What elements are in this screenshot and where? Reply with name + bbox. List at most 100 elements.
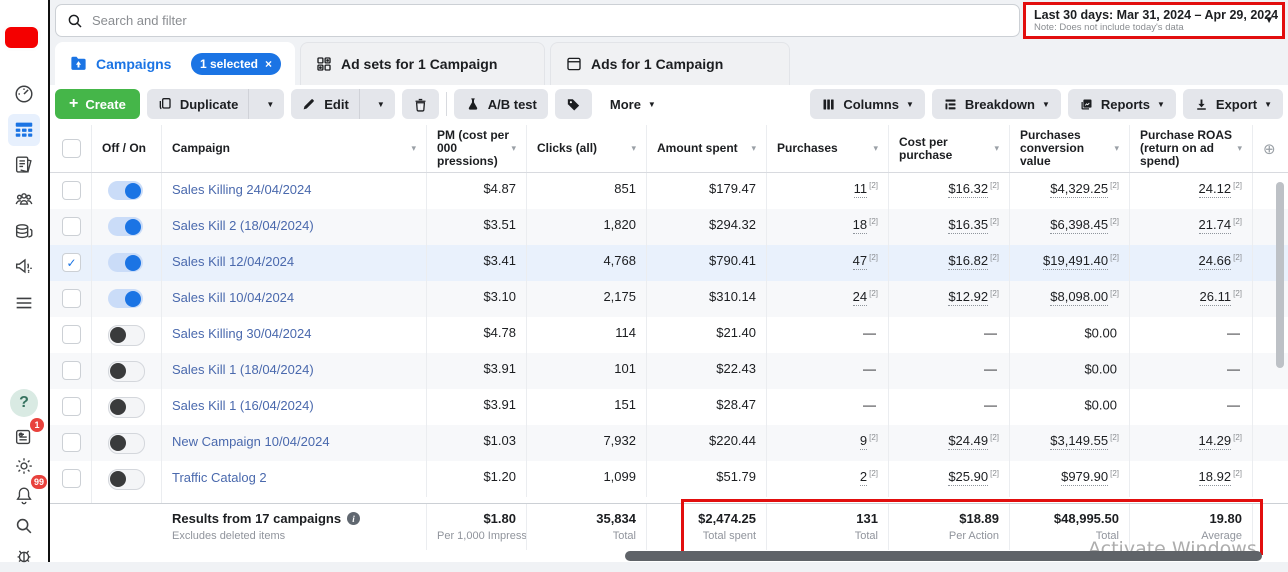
cpp-value[interactable]: $16.32	[948, 181, 988, 198]
edit-button[interactable]: Edit	[291, 89, 360, 119]
audiences-icon[interactable]	[8, 183, 40, 215]
row-checkbox[interactable]	[62, 361, 81, 380]
campaign-link[interactable]: New Campaign 10/04/2024	[172, 434, 330, 449]
tab-ads[interactable]: Ads for 1 Campaign	[550, 42, 790, 85]
duplicate-button[interactable]: Duplicate	[147, 89, 250, 119]
table-row[interactable]: Sales Kill 10/04/2024 $3.10 2,175 $310.1…	[50, 281, 1288, 317]
delete-button[interactable]	[402, 89, 439, 119]
purchases-value[interactable]: 11	[854, 181, 868, 198]
row-checkbox[interactable]	[62, 433, 81, 452]
ads-megaphone-icon[interactable]	[8, 250, 40, 282]
purchases-value[interactable]: 47	[853, 253, 867, 270]
sort-icon[interactable]: ▾	[1114, 143, 1119, 154]
table-row[interactable]: Traffic Catalog 2 $1.20 1,099 $51.79 2[2…	[50, 461, 1288, 497]
header-cpm[interactable]: PM (cost per 000 pressions)▾	[427, 125, 527, 172]
table-row[interactable]: Sales Killing 24/04/2024 $4.87 851 $179.…	[50, 173, 1288, 209]
add-column-cell[interactable]: ⊕	[1253, 125, 1283, 172]
create-button[interactable]: + Create	[55, 89, 140, 119]
roas-value[interactable]: 26.11	[1200, 289, 1232, 306]
campaign-toggle[interactable]	[108, 361, 145, 382]
edit-dropdown[interactable]: ▼	[367, 89, 395, 119]
sort-icon[interactable]: ▾	[751, 143, 756, 154]
pcv-value[interactable]: $19,491.40	[1043, 253, 1108, 270]
export-button[interactable]: Export ▼	[1183, 89, 1283, 119]
row-checkbox[interactable]: ✓	[62, 253, 81, 272]
cpp-value[interactable]: $24.49	[948, 433, 988, 450]
all-tools-menu-icon[interactable]	[8, 287, 40, 319]
header-purchase-roas[interactable]: Purchase ROAS (return on ad spend)▾	[1130, 125, 1253, 172]
select-all-checkbox[interactable]	[62, 139, 81, 158]
ab-test-button[interactable]: A/B test	[454, 89, 548, 119]
notifications-bell-icon[interactable]: 99	[8, 479, 40, 511]
campaign-toggle[interactable]	[108, 397, 145, 418]
table-row[interactable]: Sales Killing 30/04/2024 $4.78 114 $21.4…	[50, 317, 1288, 353]
close-icon[interactable]: ×	[265, 57, 272, 71]
cpp-value[interactable]: $25.90	[948, 469, 988, 486]
reports-button[interactable]: Reports ▼	[1068, 89, 1176, 119]
header-purchases[interactable]: Purchases▾	[767, 125, 889, 172]
columns-button[interactable]: Columns ▼	[810, 89, 925, 119]
header-purchases-conversion-value[interactable]: Purchases conversion value▾	[1010, 125, 1130, 172]
header-cost-per-purchase[interactable]: Cost per purchase▾	[889, 125, 1010, 172]
sort-icon[interactable]: ▾	[1237, 143, 1242, 154]
pcv-value[interactable]: $6,398.45	[1050, 217, 1108, 234]
row-checkbox[interactable]	[62, 325, 81, 344]
campaign-toggle[interactable]	[108, 181, 143, 200]
campaign-link[interactable]: Traffic Catalog 2	[172, 470, 267, 485]
cpp-value[interactable]: $12.92	[948, 289, 988, 306]
campaigns-nav-icon[interactable]	[8, 114, 40, 146]
roas-value[interactable]: 24.12	[1199, 181, 1232, 198]
roas-value[interactable]: 24.66	[1199, 253, 1232, 270]
header-campaign[interactable]: Campaign▾	[162, 125, 427, 172]
campaign-toggle[interactable]	[108, 253, 143, 272]
table-row[interactable]: New Campaign 10/04/2024 $1.03 7,932 $220…	[50, 425, 1288, 461]
cpp-value[interactable]: $16.35	[948, 217, 988, 234]
selected-count-pill[interactable]: 1 selected ×	[191, 53, 281, 75]
row-checkbox[interactable]	[62, 469, 81, 488]
sort-icon[interactable]: ▾	[994, 143, 999, 154]
row-checkbox[interactable]	[62, 181, 81, 200]
row-checkbox[interactable]	[62, 217, 81, 236]
campaign-toggle[interactable]	[108, 433, 145, 454]
duplicate-dropdown[interactable]: ▼	[256, 89, 284, 119]
sort-icon[interactable]: ▾	[873, 143, 878, 154]
campaign-toggle[interactable]	[108, 217, 143, 236]
header-amount-spent[interactable]: Amount spent▾	[647, 125, 767, 172]
roas-value[interactable]: 18.92	[1199, 469, 1232, 486]
purchases-value[interactable]: 18	[853, 217, 867, 234]
bug-report-icon[interactable]	[8, 540, 40, 572]
info-icon[interactable]: i	[347, 512, 360, 525]
roas-value[interactable]: 21.74	[1199, 217, 1232, 234]
search-input[interactable]: Search and filter	[55, 4, 1020, 37]
campaign-toggle[interactable]	[108, 325, 145, 346]
table-row[interactable]: Sales Kill 2 (18/04/2024) $3.51 1,820 $2…	[50, 209, 1288, 245]
campaign-link[interactable]: Sales Killing 24/04/2024	[172, 182, 312, 197]
tab-adsets[interactable]: Ad sets for 1 Campaign	[300, 42, 545, 85]
table-row[interactable]: Sales Kill 1 (16/04/2024) $3.91 151 $28.…	[50, 389, 1288, 425]
dashboard-icon[interactable]	[8, 78, 40, 110]
tag-button[interactable]	[555, 89, 592, 119]
billing-icon[interactable]	[8, 216, 40, 248]
campaign-link[interactable]: Sales Kill 10/04/2024	[172, 290, 294, 305]
campaign-link[interactable]: Sales Kill 1 (16/04/2024)	[172, 398, 314, 413]
purchases-value[interactable]: 2	[860, 469, 867, 486]
vertical-scrollbar[interactable]	[1276, 182, 1284, 368]
pages-icon[interactable]	[8, 149, 40, 181]
pcv-value[interactable]: $8,098.00	[1050, 289, 1108, 306]
row-checkbox[interactable]	[62, 289, 81, 308]
table-row[interactable]: ✓ Sales Kill 12/04/2024 $3.41 4,768 $790…	[50, 245, 1288, 281]
campaign-link[interactable]: Sales Kill 2 (18/04/2024)	[172, 218, 314, 233]
sort-icon[interactable]: ▾	[631, 143, 636, 154]
pcv-value[interactable]: $3,149.55	[1050, 433, 1108, 450]
help-icon[interactable]: ?	[8, 387, 40, 419]
horizontal-scrollbar[interactable]	[625, 551, 1262, 561]
header-clicks[interactable]: Clicks (all)▾	[527, 125, 647, 172]
cpp-value[interactable]: $16.82	[948, 253, 988, 270]
row-checkbox[interactable]	[62, 397, 81, 416]
sort-icon[interactable]: ▾	[411, 143, 416, 154]
pcv-value[interactable]: $979.90	[1061, 469, 1108, 486]
campaign-toggle[interactable]	[108, 289, 143, 308]
purchases-value[interactable]: 24	[853, 289, 867, 306]
campaign-link[interactable]: Sales Killing 30/04/2024	[172, 326, 312, 341]
purchases-value[interactable]: 9	[860, 433, 867, 450]
